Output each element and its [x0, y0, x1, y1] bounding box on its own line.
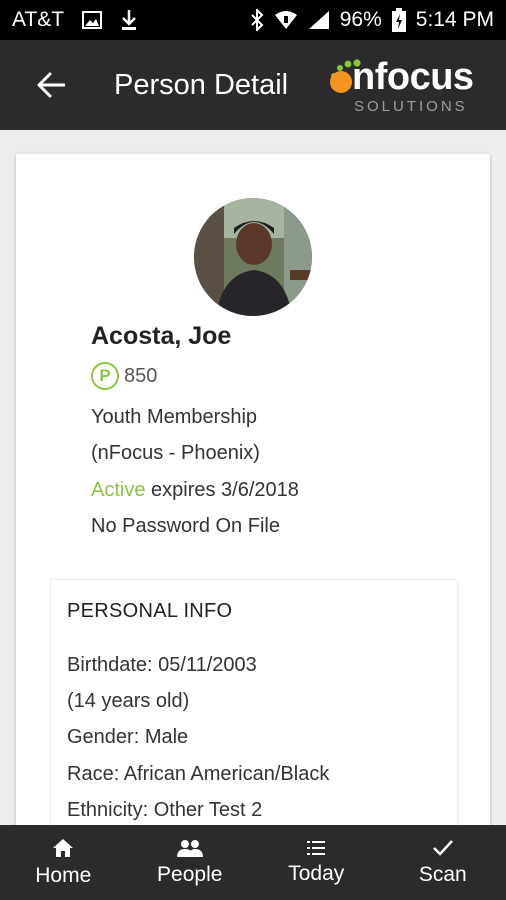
person-name: Acosta, Joe: [91, 322, 232, 350]
back-button[interactable]: [26, 60, 76, 110]
nav-people[interactable]: People: [127, 825, 254, 900]
home-icon: [53, 838, 74, 857]
nfocus-logo: nfocus SOLUTIONS: [326, 50, 482, 120]
wifi-icon: [274, 10, 298, 30]
bottom-nav: Home People Today Scan: [0, 825, 506, 900]
nav-today-label: Today: [288, 861, 345, 885]
back-arrow-icon: [37, 72, 65, 98]
status-active: Active: [91, 479, 146, 501]
points-value: 850: [124, 364, 158, 387]
nav-home[interactable]: Home: [0, 825, 127, 900]
status-bar: AT&T 96% 5:14 PM: [0, 0, 506, 40]
points-badge: P: [91, 362, 119, 390]
battery-percent: 96%: [339, 8, 382, 31]
bluetooth-icon: [250, 9, 264, 31]
nav-today[interactable]: Today: [253, 825, 380, 900]
nav-home-label: Home: [35, 863, 92, 887]
clock: 5:14 PM: [415, 8, 494, 31]
points-row: P 850: [91, 362, 157, 390]
image-icon: [82, 11, 103, 29]
checkmark-icon: [432, 839, 453, 856]
nav-people-label: People: [157, 862, 223, 886]
logo-word: nfocus: [352, 56, 474, 98]
birthdate: Birthdate: 05/11/2003: [67, 654, 257, 676]
download-icon: [120, 9, 138, 31]
logo-subtitle: SOLUTIONS: [354, 98, 468, 115]
personal-info-title: PERSONAL INFO: [67, 600, 233, 622]
app-bar: Person Detail nfocus SOLUTIONS: [0, 40, 506, 130]
race: Race: African American/Black: [67, 763, 330, 785]
expires-text: expires 3/6/2018: [145, 479, 299, 501]
membership-location: (nFocus - Phoenix): [91, 442, 260, 464]
nav-scan-label: Scan: [418, 862, 467, 886]
battery-icon: [391, 8, 406, 32]
membership-status: Active expires 3/6/2018: [91, 479, 299, 502]
password-status: No Password On File: [91, 515, 280, 537]
list-icon: [307, 840, 326, 855]
age: (14 years old): [67, 690, 190, 712]
membership-type: Youth Membership: [91, 406, 258, 428]
people-icon: [176, 839, 203, 857]
nav-scan[interactable]: Scan: [380, 825, 506, 900]
avatar: [194, 198, 312, 316]
gender: Gender: Male: [67, 726, 189, 748]
carrier-label: AT&T: [12, 8, 65, 31]
page-title: Person Detail: [114, 68, 289, 101]
person-card: Acosta, Joe P 850 Youth Membership (nFoc…: [16, 154, 490, 870]
ethnicity: Ethnicity: Other Test 2: [67, 799, 263, 821]
signal-icon: [308, 10, 330, 30]
